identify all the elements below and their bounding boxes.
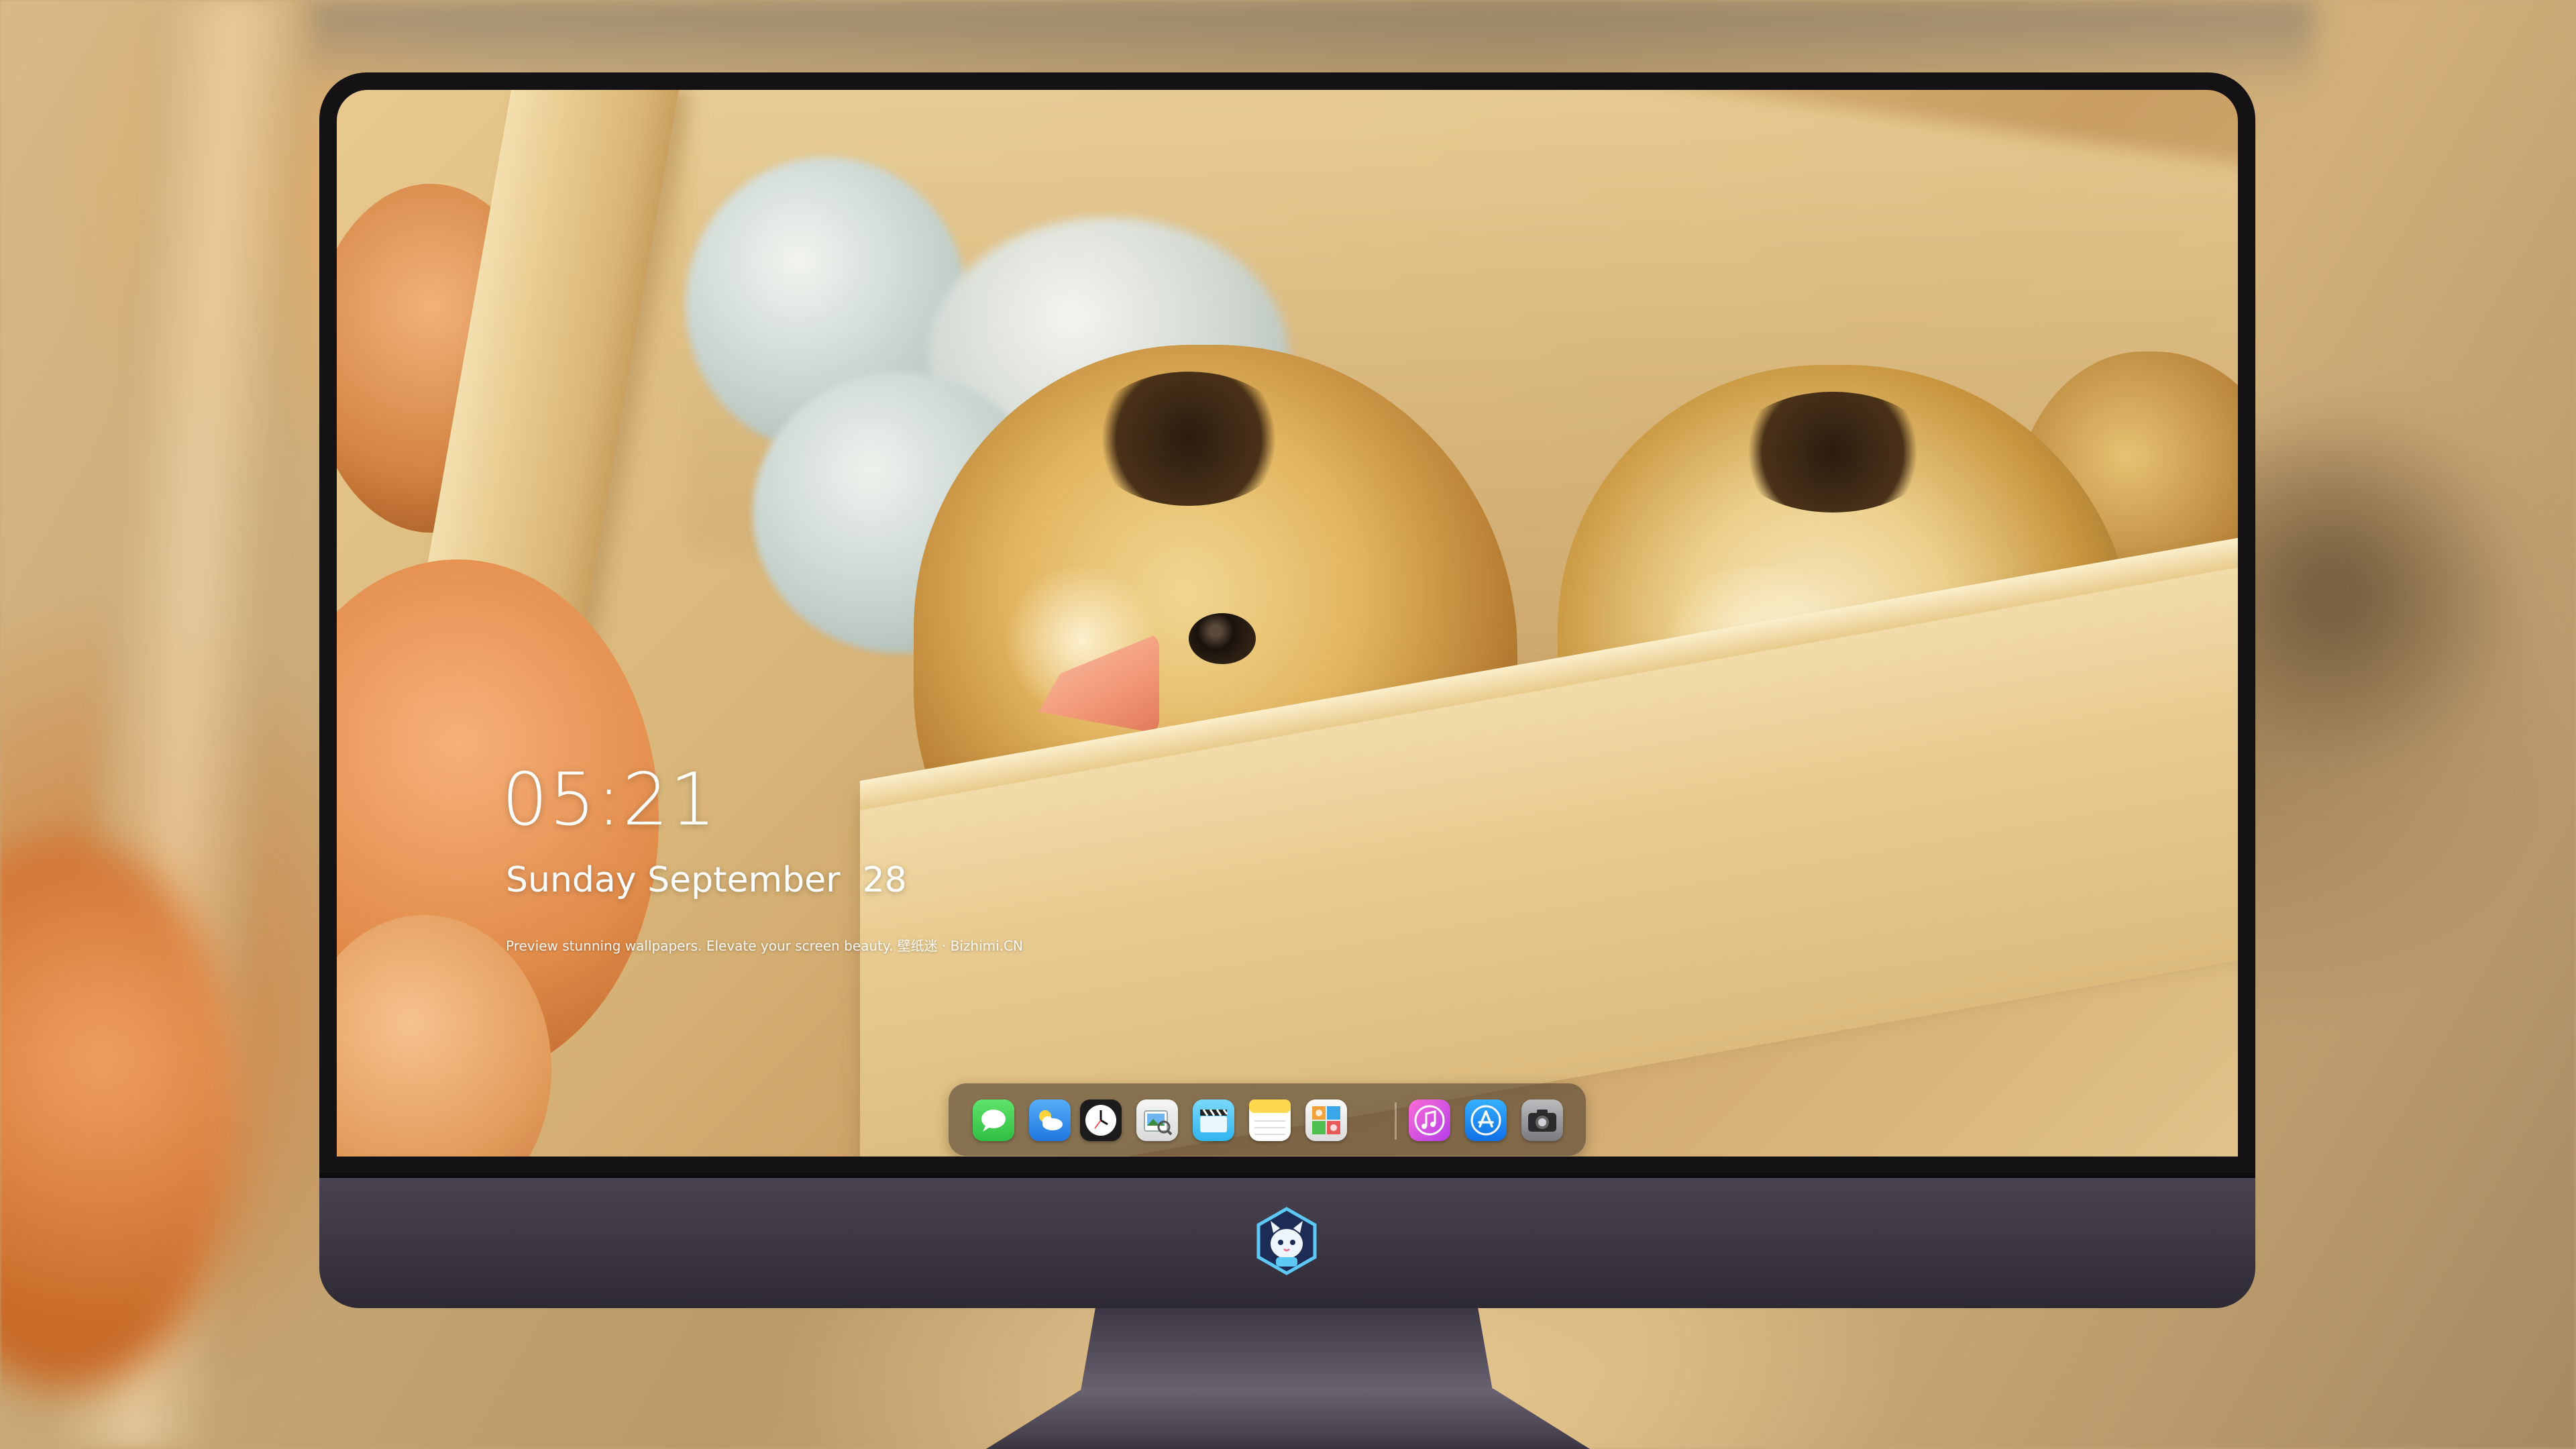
- lock-screen-tagline: Preview stunning wallpapers. Elevate you…: [506, 938, 1023, 954]
- dock-app-app-store[interactable]: [1465, 1099, 1507, 1141]
- monitor-stand-neck: [1079, 1308, 1495, 1402]
- lock-screen-time: 05:21: [502, 758, 718, 842]
- music-icon: [1414, 1105, 1445, 1136]
- notes-icon: [1249, 1099, 1291, 1135]
- lock-screen-date: Sunday September 28: [506, 860, 907, 900]
- dock-app-camera[interactable]: [1521, 1099, 1563, 1141]
- preview-icon: [1144, 1110, 1173, 1136]
- cat-mascot-logo: [1253, 1206, 1320, 1276]
- dock-app-notes[interactable]: [1249, 1099, 1291, 1141]
- clock-icon: [1085, 1105, 1116, 1136]
- dock-separator: [1395, 1102, 1397, 1140]
- monitor-chin-edge: [319, 1173, 2255, 1178]
- weather-icon: [1039, 1110, 1063, 1130]
- dock-app-photo-booth[interactable]: [1305, 1099, 1347, 1141]
- dock-app-itunes[interactable]: [1409, 1099, 1450, 1141]
- camera-icon: [1528, 1110, 1556, 1132]
- photo-booth-icon: [1312, 1106, 1340, 1134]
- dock-app-clock[interactable]: [1080, 1099, 1122, 1141]
- monitor: 05:21 Sunday September 28 Preview stunni…: [319, 72, 2255, 1308]
- dock-app-weather[interactable]: [1029, 1099, 1071, 1141]
- wallpaper: [337, 90, 2238, 1157]
- clapperboard-icon: [1200, 1109, 1228, 1132]
- dock-app-clips[interactable]: [1193, 1099, 1234, 1141]
- screen: 05:21 Sunday September 28 Preview stunni…: [337, 90, 2238, 1157]
- messages-icon: [981, 1110, 1006, 1132]
- dock-app-messages[interactable]: [973, 1099, 1014, 1141]
- dock: [949, 1083, 1586, 1156]
- dock-app-preview[interactable]: [1136, 1099, 1178, 1141]
- monitor-stand-foot: [986, 1389, 1590, 1449]
- app-store-icon: [1470, 1105, 1501, 1136]
